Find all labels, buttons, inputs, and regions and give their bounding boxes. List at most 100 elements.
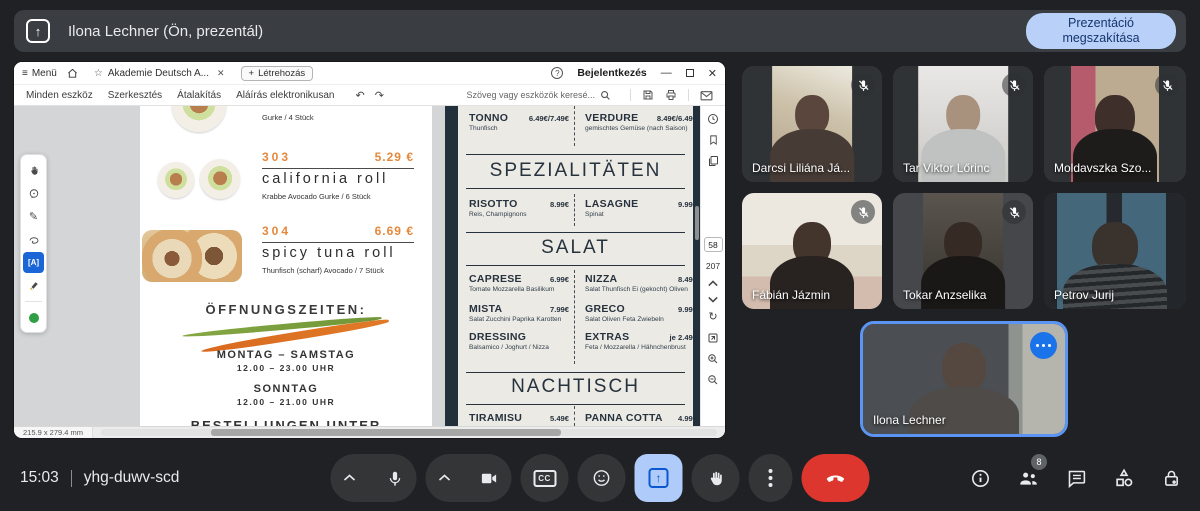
toolbar-item-all-tools[interactable]: Minden eszköz <box>26 90 93 101</box>
chevron-up-icon[interactable] <box>439 474 451 482</box>
search-icon <box>600 90 611 101</box>
participant-tile[interactable]: Moldavszka Szo... <box>1044 66 1186 182</box>
mic-muted-icon <box>1155 73 1179 97</box>
sushi-photo <box>197 156 242 201</box>
hand-icon <box>706 469 725 488</box>
save-icon[interactable] <box>642 89 654 101</box>
present-button[interactable]: ↑ <box>635 454 683 502</box>
divider <box>262 242 414 243</box>
restore-window-icon[interactable] <box>686 69 694 77</box>
chat-button[interactable] <box>1066 468 1087 489</box>
participant-tile[interactable]: Fábián Jázmin <box>742 193 882 309</box>
sushi-photo <box>158 162 194 198</box>
zoom-in-icon[interactable] <box>707 353 719 365</box>
chevron-up-icon[interactable] <box>344 474 356 482</box>
more-options-button[interactable] <box>749 454 793 502</box>
host-controls-button[interactable] <box>1161 468 1182 489</box>
vertical-scrollbar[interactable] <box>695 206 699 240</box>
horizontal-scrollbar[interactable] <box>101 429 717 436</box>
fit-page-icon[interactable] <box>707 332 719 344</box>
scrollbar-thumb[interactable] <box>211 429 561 436</box>
activities-icon <box>1113 467 1135 489</box>
divider <box>25 301 42 302</box>
menu-entry: EXTRASje 2.49€ Feta / Mozzarella / Hähnc… <box>585 331 697 351</box>
menu-item-desc: Thunfisch (scharf) Avocado / 7 Stück <box>262 266 384 275</box>
pencil-tool-icon[interactable]: ✎ <box>23 206 44 227</box>
home-icon[interactable] <box>67 68 78 79</box>
mic-muted-icon <box>851 200 875 224</box>
acrobat-right-rail: 58 207 ↻ <box>700 106 725 426</box>
next-page-icon[interactable] <box>708 296 718 303</box>
camera-control[interactable] <box>426 454 512 502</box>
close-window-icon[interactable]: ✕ <box>708 67 717 80</box>
participant-tile[interactable]: Tokar Anzselika <box>893 193 1033 309</box>
undo-icon[interactable]: ↶ <box>355 89 364 102</box>
captions-button[interactable]: CC <box>521 454 569 502</box>
participant-tile[interactable]: Petrov Jurij <box>1044 193 1186 309</box>
toolbar-item-convert[interactable]: Átalakítás <box>177 90 221 101</box>
divider <box>466 265 685 266</box>
activities-button[interactable] <box>1113 467 1135 489</box>
acrobat-window: ≡ Menü ☆ Akademie Deutsch A... ✕ + Létre… <box>14 62 725 438</box>
participant-tile[interactable]: Tar Viktor Lőrinc <box>893 66 1033 182</box>
previous-page-icon[interactable] <box>708 280 718 287</box>
search-input[interactable]: Szöveg vagy eszközök keresé... <box>466 90 611 101</box>
mic-muted-icon <box>1002 200 1026 224</box>
mail-icon[interactable] <box>700 90 713 101</box>
tile-options-button[interactable] <box>1030 332 1057 359</box>
highlighter-tool-icon[interactable] <box>23 275 44 296</box>
divider <box>574 194 575 226</box>
participant-name: Ilona Lechner <box>873 413 946 427</box>
toolbar-item-esign[interactable]: Aláírás elektronikusan <box>236 90 334 101</box>
divider <box>466 154 685 155</box>
captions-icon: CC <box>533 470 556 487</box>
page-total: 207 <box>706 261 720 271</box>
menu-entry: MISTA7.99€ Salat Zucchini Paprika Karott… <box>469 303 569 323</box>
meeting-code: yhg-duwv-scd <box>84 469 180 487</box>
meeting-details-button[interactable] <box>970 468 991 489</box>
edit-text-tool-icon[interactable]: [A] <box>23 252 44 273</box>
history-icon[interactable] <box>707 113 719 125</box>
page-number-input[interactable]: 58 <box>704 237 723 252</box>
hours-time: 12.00 – 23.00 UHR <box>140 363 432 373</box>
minimize-window-icon[interactable]: — <box>661 67 672 79</box>
hand-tool-icon[interactable] <box>23 160 44 181</box>
close-tab-icon[interactable]: ✕ <box>217 68 225 79</box>
reactions-button[interactable] <box>578 454 626 502</box>
menu-section-header: NACHTISCH <box>466 376 685 398</box>
menu-item-title: california roll <box>262 171 388 187</box>
menu-entry: VERDURE8.49€/6.49€ gemischtes Gemüse (na… <box>585 112 697 132</box>
divider <box>466 404 685 405</box>
bookmarks-icon[interactable] <box>708 134 719 146</box>
self-view-tile[interactable]: Ilona Lechner <box>860 321 1068 437</box>
rotate-page-icon[interactable]: ↻ <box>708 312 717 323</box>
participant-tile[interactable]: Darcsi Liliána Já... <box>742 66 882 182</box>
page-dimensions-label: 215.9 x 279.4 mm <box>14 427 93 438</box>
record-status-icon[interactable] <box>23 307 44 328</box>
end-call-button[interactable] <box>802 454 870 502</box>
participant-name: Tokar Anzselika <box>903 288 986 302</box>
redo-icon[interactable]: ↷ <box>375 89 384 102</box>
raise-hand-button[interactable] <box>692 454 740 502</box>
toolbar-item-edit[interactable]: Szerkesztés <box>108 90 162 101</box>
help-icon[interactable]: ? <box>551 67 563 79</box>
document-tab[interactable]: ☆ Akademie Deutsch A... ✕ <box>88 62 231 84</box>
opening-hours-title: ÖFFNUNGSZEITEN: <box>140 302 432 317</box>
create-button[interactable]: + Létrehozás <box>241 66 314 81</box>
print-icon[interactable] <box>665 89 677 101</box>
chat-icon <box>1066 468 1087 489</box>
acrobat-menu-button[interactable]: ≡ Menü <box>22 68 57 79</box>
stop-presenting-button[interactable]: Prezentáció megszakítása <box>1026 13 1176 49</box>
sign-in-button[interactable]: Bejelentkezés <box>577 67 646 79</box>
divider <box>574 406 575 426</box>
mic-control[interactable] <box>331 454 417 502</box>
participants-button[interactable]: 8 <box>1017 467 1040 490</box>
pdf-page-right: TONNO6.49€/7.49€ Thunfisch VERDURE8.49€/… <box>445 106 700 426</box>
clock-time: 15:03 <box>20 469 59 487</box>
zoom-out-icon[interactable] <box>707 374 719 386</box>
comment-tool-icon[interactable] <box>23 183 44 204</box>
page-thumbnails-icon[interactable] <box>707 155 719 167</box>
menu-item-title: spicy tuna roll <box>262 245 396 261</box>
info-icon <box>970 468 991 489</box>
lasso-tool-icon[interactable] <box>23 229 44 250</box>
